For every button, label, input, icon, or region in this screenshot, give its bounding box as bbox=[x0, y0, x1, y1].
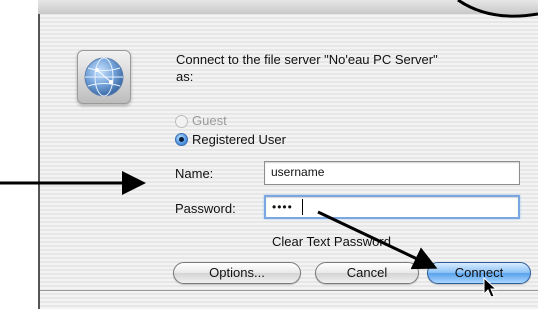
password-label: Password: bbox=[175, 201, 236, 216]
guest-label: Guest bbox=[192, 113, 227, 128]
prompt-text-continued: as: bbox=[176, 69, 194, 84]
registered-user-radio[interactable] bbox=[175, 133, 188, 146]
text-caret bbox=[302, 199, 303, 215]
cancel-button[interactable]: Cancel bbox=[315, 262, 419, 284]
options-button[interactable]: Options... bbox=[173, 262, 301, 284]
name-label: Name: bbox=[175, 166, 214, 181]
clear-text-password-button[interactable]: Clear Text Password bbox=[272, 234, 391, 249]
server-icon bbox=[77, 50, 131, 104]
name-field[interactable]: username bbox=[264, 161, 520, 185]
prompt-text: Connect to the file server "No'eau PC Se… bbox=[176, 52, 438, 67]
connect-button[interactable]: Connect bbox=[427, 262, 531, 284]
registered-user-label: Registered User bbox=[192, 132, 286, 147]
guest-radio[interactable] bbox=[175, 115, 188, 128]
